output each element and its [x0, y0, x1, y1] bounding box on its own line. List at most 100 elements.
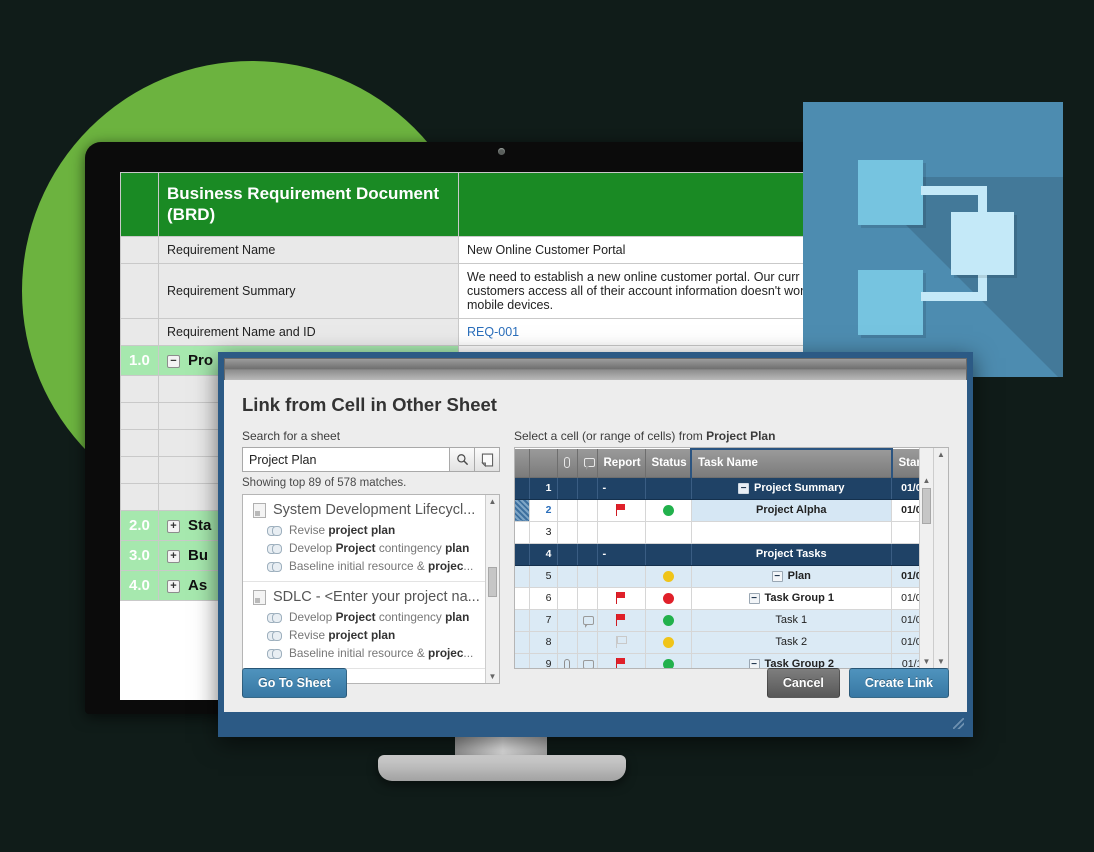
- resize-grip-icon[interactable]: [953, 718, 964, 729]
- list-item[interactable]: Baseline initial resource & projec...: [243, 644, 499, 662]
- table-row[interactable]: 9 −Task Group 2 01/11/16: [515, 653, 948, 668]
- link-icon: [267, 526, 282, 536]
- collapse-icon[interactable]: −: [738, 482, 749, 494]
- table-row[interactable]: 4 - Project Tasks: [515, 543, 948, 566]
- row-attachment: [557, 521, 578, 544]
- grid-outer-scrollbar[interactable]: ▲ ▼: [933, 448, 948, 668]
- grid-inner-scrollbar[interactable]: ▲ ▼: [919, 448, 933, 668]
- expand-toggle-icon[interactable]: +: [167, 579, 180, 593]
- row-report[interactable]: [597, 587, 646, 610]
- row-comment[interactable]: [577, 653, 598, 668]
- row-status[interactable]: [645, 477, 692, 500]
- flag-icon: [615, 504, 627, 517]
- scroll-up-icon[interactable]: ▲: [486, 495, 499, 508]
- row-status[interactable]: [645, 631, 692, 654]
- grid-col-task-name[interactable]: Task Name: [690, 448, 893, 478]
- row-selector[interactable]: [515, 521, 530, 544]
- row-selector[interactable]: [515, 587, 530, 610]
- row-report[interactable]: [597, 609, 646, 632]
- list-item[interactable]: Revise project plan: [243, 521, 499, 539]
- brd-row[interactable]: Requirement Name New Online Customer Por…: [120, 236, 880, 264]
- create-link-button[interactable]: Create Link: [848, 668, 949, 698]
- row-task-name[interactable]: − Plan: [691, 565, 892, 588]
- list-item[interactable]: Develop Project contingency plan: [243, 608, 499, 626]
- row-task-name[interactable]: − Task Group 2: [691, 653, 892, 668]
- row-report[interactable]: [597, 565, 646, 588]
- row-report[interactable]: [597, 499, 646, 522]
- scroll-up-icon[interactable]: ▲: [920, 474, 933, 487]
- row-report[interactable]: [597, 521, 646, 544]
- collapse-icon[interactable]: −: [748, 592, 760, 604]
- cancel-button[interactable]: Cancel: [766, 668, 840, 698]
- table-row[interactable]: 7 Task 1 01/05/16: [515, 609, 948, 632]
- collapse-toggle-icon[interactable]: −: [167, 354, 180, 368]
- scrollbar-thumb[interactable]: [922, 488, 931, 524]
- cell-grid[interactable]: ◀ Report Status Task Nam: [514, 447, 949, 669]
- expand-toggle-icon[interactable]: +: [167, 519, 180, 533]
- table-row[interactable]: 5 −Plan 01/05/16: [515, 565, 948, 588]
- row-report[interactable]: -: [597, 543, 646, 566]
- row-report[interactable]: -: [597, 477, 646, 500]
- row-selector[interactable]: [515, 631, 530, 654]
- list-item[interactable]: Develop Project contingency plan: [243, 539, 499, 557]
- table-row[interactable]: 2 Project Alpha 01/05/16: [515, 499, 948, 522]
- row-task-name[interactable]: − Project Summary: [691, 477, 892, 500]
- row-selector[interactable]: [515, 499, 530, 522]
- row-selector[interactable]: [515, 477, 530, 500]
- brd-row-label: Requirement Name and ID: [158, 318, 459, 346]
- row-task-name[interactable]: Project Alpha: [691, 499, 892, 522]
- sheet-list-scrollbar[interactable]: ▲ ▼: [485, 495, 499, 683]
- row-attachment: [557, 499, 578, 522]
- row-status[interactable]: [645, 521, 692, 544]
- scroll-down-icon[interactable]: ▼: [934, 655, 948, 668]
- collapse-panel-icon[interactable]: ◀: [514, 544, 515, 580]
- row-selector[interactable]: [515, 609, 530, 632]
- table-row[interactable]: 8 Task 2 01/07/16: [515, 631, 948, 654]
- row-task-name[interactable]: [691, 521, 892, 544]
- collapse-icon[interactable]: −: [771, 570, 783, 582]
- list-item[interactable]: Baseline initial resource & projec...: [243, 557, 499, 575]
- scroll-down-icon[interactable]: ▼: [920, 655, 933, 668]
- table-row[interactable]: 3: [515, 521, 948, 544]
- row-task-name[interactable]: − Task Group 1: [691, 587, 892, 610]
- grid-label-sheet: Project Plan: [706, 429, 776, 443]
- row-status[interactable]: [645, 499, 692, 522]
- row-selector[interactable]: [515, 565, 530, 588]
- scrollbar-thumb[interactable]: [488, 567, 497, 597]
- grid-col-report[interactable]: Report: [597, 449, 646, 478]
- search-input[interactable]: [242, 447, 450, 472]
- sheet-results-list[interactable]: System Development Lifecycl... Revise pr…: [242, 494, 500, 684]
- row-task-name[interactable]: Task 2: [691, 631, 892, 654]
- grid-col-status[interactable]: Status: [645, 449, 692, 478]
- sheet-picker-icon[interactable]: [475, 447, 500, 472]
- scrollbar-thumb[interactable]: [934, 461, 944, 641]
- row-report[interactable]: [597, 631, 646, 654]
- row-comment[interactable]: [577, 609, 598, 632]
- list-item[interactable]: Revise project plan: [243, 626, 499, 644]
- row-attachment[interactable]: [557, 653, 578, 668]
- row-status[interactable]: [645, 587, 692, 610]
- expand-toggle-icon[interactable]: +: [167, 549, 180, 563]
- sheet-search-panel: Search for a sheet Project Plan Showing …: [242, 429, 500, 684]
- dialog-titlebar[interactable]: [224, 358, 967, 380]
- sheet-group-title[interactable]: System Development Lifecycl...: [243, 502, 499, 521]
- row-number: 4: [529, 543, 558, 566]
- brd-row[interactable]: Requirement Summary We need to establish…: [120, 263, 880, 319]
- row-status[interactable]: [645, 565, 692, 588]
- row-task-name[interactable]: Task 1: [691, 609, 892, 632]
- row-status[interactable]: [645, 609, 692, 632]
- row-task-name[interactable]: Project Tasks: [691, 543, 892, 566]
- table-row[interactable]: 6 −Task Group 1 01/05/16: [515, 587, 948, 610]
- table-row[interactable]: 1 - −Project Summary 01/05/16: [515, 477, 948, 500]
- go-to-sheet-button[interactable]: Go To Sheet: [242, 668, 347, 698]
- row-selector[interactable]: [515, 653, 530, 668]
- brd-row[interactable]: Requirement Name and ID REQ-001: [120, 318, 880, 346]
- sheet-group-title[interactable]: SDLC - <Enter your project na...: [243, 589, 499, 608]
- row-selector[interactable]: [515, 543, 530, 566]
- row-status[interactable]: [645, 543, 692, 566]
- search-icon[interactable]: [450, 447, 475, 472]
- row-status[interactable]: [645, 653, 692, 668]
- row-report[interactable]: [597, 653, 646, 668]
- comment-icon: [577, 449, 598, 478]
- scroll-up-icon[interactable]: ▲: [934, 448, 948, 461]
